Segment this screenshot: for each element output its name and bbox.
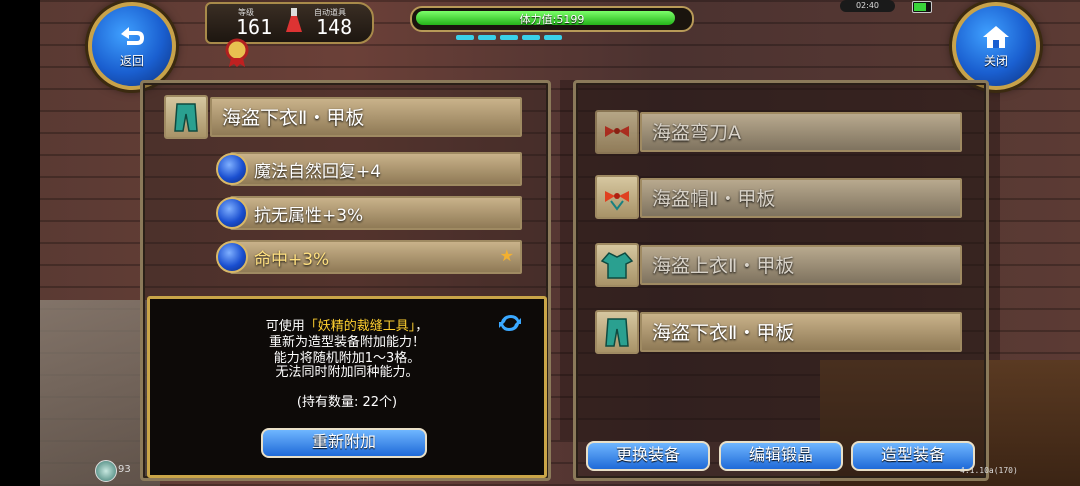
styling-equipment-button[interactable]: 造型装备 <box>851 441 975 471</box>
clock: 02:40 <box>840 0 895 12</box>
shirt-icon <box>600 252 634 279</box>
selected-item-name: 海盗下衣Ⅱ・甲板 <box>222 107 365 129</box>
close-button[interactable]: 关闭 <box>952 2 1040 90</box>
footer-number: 93 <box>118 464 131 475</box>
info-line-4: 无法同时附加同种能力。 <box>275 365 419 380</box>
equipment-label: 海盗帽Ⅱ・甲板 <box>652 188 776 210</box>
version-text: 4.1.10a(170) <box>960 466 1018 475</box>
pants-icon <box>174 103 198 132</box>
pants-icon <box>605 318 629 347</box>
back-label: 返回 <box>119 53 144 68</box>
battery-icon <box>912 1 932 13</box>
item-slot-icon[interactable] <box>595 110 639 154</box>
home-icon <box>983 25 1009 48</box>
selected-item-icon <box>164 95 208 139</box>
ability-row[interactable]: 魔法自然回复+4 <box>230 152 522 186</box>
gem-icon <box>216 241 248 273</box>
return-arrow-icon <box>121 26 144 45</box>
gem-icon <box>216 197 248 229</box>
level-value: 161 <box>236 15 273 39</box>
back-button[interactable]: 返回 <box>88 2 176 90</box>
refresh-icon[interactable] <box>497 312 523 334</box>
selected-item-row: 海盗下衣Ⅱ・甲板 <box>210 97 522 137</box>
hp-text: 体力值:5199 <box>519 13 585 26</box>
mp-segment <box>500 35 518 40</box>
count-line: (持有数量: 22个) <box>296 395 398 410</box>
letterbox-bar <box>0 0 40 486</box>
ability-row[interactable]: 命中+3% ★ <box>230 240 522 274</box>
gem-icon <box>216 153 248 185</box>
item-slot-icon[interactable] <box>595 243 639 287</box>
edit-crystal-button[interactable]: 编辑锻晶 <box>719 441 843 471</box>
star-icon: ★ <box>499 246 514 265</box>
mp-segment <box>544 35 562 40</box>
reapply-button[interactable]: 重新附加 <box>261 428 427 458</box>
hp-bar: 体力值:5199 <box>410 6 694 32</box>
change-equipment-button[interactable]: 更换装备 <box>586 441 710 471</box>
equipment-row[interactable]: 海盗上衣Ⅱ・甲板 <box>640 245 962 285</box>
ability-label: 命中+3% <box>254 250 330 270</box>
equipment-row[interactable]: 海盗弯刀A <box>640 112 962 152</box>
bow-icon <box>605 191 629 211</box>
bow-icon <box>605 126 629 137</box>
equipment-label: 海盗弯刀A <box>652 122 741 144</box>
equipment-label: 海盗下衣Ⅱ・甲板 <box>652 322 795 344</box>
equipment-row-selected[interactable]: 海盗下衣Ⅱ・甲板 <box>640 312 962 352</box>
auto-potion-value: 148 <box>316 15 353 39</box>
item-slot-icon[interactable] <box>595 175 639 219</box>
mp-segment <box>456 35 474 40</box>
mp-segment <box>522 35 540 40</box>
potion-icon <box>286 8 302 32</box>
equipment-label: 海盗上衣Ⅱ・甲板 <box>652 255 795 277</box>
medal-icon <box>225 38 249 67</box>
mp-segment <box>478 35 496 40</box>
close-label: 关闭 <box>983 53 1008 68</box>
status-orb-icon <box>95 460 117 482</box>
ability-label: 抗无属性+3% <box>254 206 364 226</box>
ability-label: 魔法自然回复+4 <box>254 162 382 182</box>
item-slot-icon[interactable] <box>595 310 639 354</box>
equipment-row[interactable]: 海盗帽Ⅱ・甲板 <box>640 178 962 218</box>
ability-row[interactable]: 抗无属性+3% <box>230 196 522 230</box>
